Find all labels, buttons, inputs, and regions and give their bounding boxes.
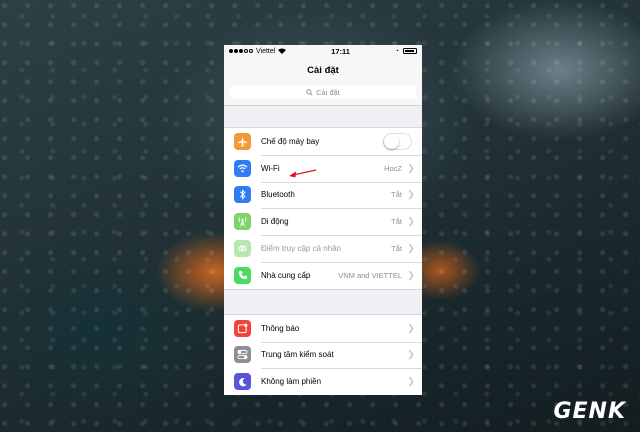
row-cellular[interactable]: Di động Tắt ❯	[224, 208, 422, 235]
row-label: Bluetooth	[261, 190, 295, 200]
row-label: Trung tâm kiểm soát	[261, 350, 334, 360]
page-title: Cài đặt	[224, 57, 422, 83]
row-value: VNM and VIETTEL	[338, 270, 402, 280]
airplane-icon	[234, 132, 251, 150]
row-label: Chế độ máy bay	[261, 136, 320, 146]
row-value: Tắt	[391, 217, 402, 227]
phone-screen: Viettel 17:11 ◔ Cài đặt Cài đặt Chế độ m…	[224, 45, 422, 395]
chevron-right-icon: ❯	[407, 349, 415, 360]
row-notifications[interactable]: Thông báo ❯	[224, 315, 422, 342]
row-control-center[interactable]: Trung tâm kiểm soát ❯	[224, 341, 422, 369]
search-input[interactable]: Cài đặt	[230, 85, 416, 99]
row-do-not-disturb[interactable]: Không làm phiền ❯	[224, 368, 422, 395]
search-placeholder: Cài đặt	[316, 87, 340, 97]
row-value: Tắt	[391, 190, 402, 200]
chevron-right-icon: ❯	[407, 216, 415, 227]
row-label: Thông báo	[261, 323, 300, 333]
settings-group-connectivity: Chế độ máy bay Wi-Fi HocZ ❯ Bluetooth Tắ…	[224, 127, 422, 290]
row-label: Wi-Fi	[261, 163, 280, 173]
hotspot-icon	[234, 240, 251, 258]
search-icon	[306, 88, 313, 96]
row-label: Di động	[261, 217, 289, 227]
carrier-name: Viettel	[256, 47, 276, 55]
status-bar: Viettel 17:11 ◔	[224, 45, 422, 57]
row-personal-hotspot[interactable]: Điểm truy cập cá nhân Tắt ❯	[224, 235, 422, 262]
wifi-status-icon	[278, 48, 287, 54]
chevron-right-icon: ❯	[407, 376, 415, 387]
red-arrow-annotation	[289, 169, 317, 178]
moon-icon	[234, 373, 251, 391]
control-center-icon	[234, 346, 251, 364]
row-airplane-mode[interactable]: Chế độ máy bay	[224, 128, 422, 155]
battery-icon	[402, 48, 417, 54]
rotation-lock-icon: ◔	[394, 47, 399, 55]
signal-dots-icon	[229, 49, 253, 53]
settings-group-system: Thông báo ❯ Trung tâm kiểm soát ❯ Không …	[224, 313, 422, 395]
wifi-icon	[234, 159, 251, 177]
row-value: Tắt	[391, 244, 402, 254]
row-value: HocZ	[384, 163, 402, 173]
chevron-right-icon: ❯	[407, 162, 415, 173]
chevron-right-icon: ❯	[407, 189, 415, 200]
row-label: Điểm truy cập cá nhân	[261, 244, 342, 254]
row-bluetooth[interactable]: Bluetooth Tắt ❯	[224, 181, 422, 209]
row-label: Không làm phiền	[261, 377, 322, 387]
phone-icon	[234, 266, 251, 284]
row-wifi[interactable]: Wi-Fi HocZ ❯	[224, 154, 422, 182]
row-carrier[interactable]: Nhà cung cấp VNM and VIETTEL ❯	[224, 261, 422, 289]
row-label: Nhà cung cấp	[261, 270, 311, 280]
chevron-right-icon: ❯	[407, 322, 415, 333]
cellular-icon	[234, 213, 251, 231]
airplane-mode-toggle[interactable]	[383, 132, 412, 150]
bluetooth-icon	[234, 186, 251, 204]
notifications-icon	[234, 319, 251, 337]
chevron-right-icon: ❯	[407, 269, 415, 280]
chevron-right-icon: ❯	[407, 243, 415, 254]
genk-logo: GENK	[553, 399, 626, 424]
search-bar-container: Cài đặt	[224, 83, 422, 106]
clock: 17:11	[331, 46, 350, 56]
